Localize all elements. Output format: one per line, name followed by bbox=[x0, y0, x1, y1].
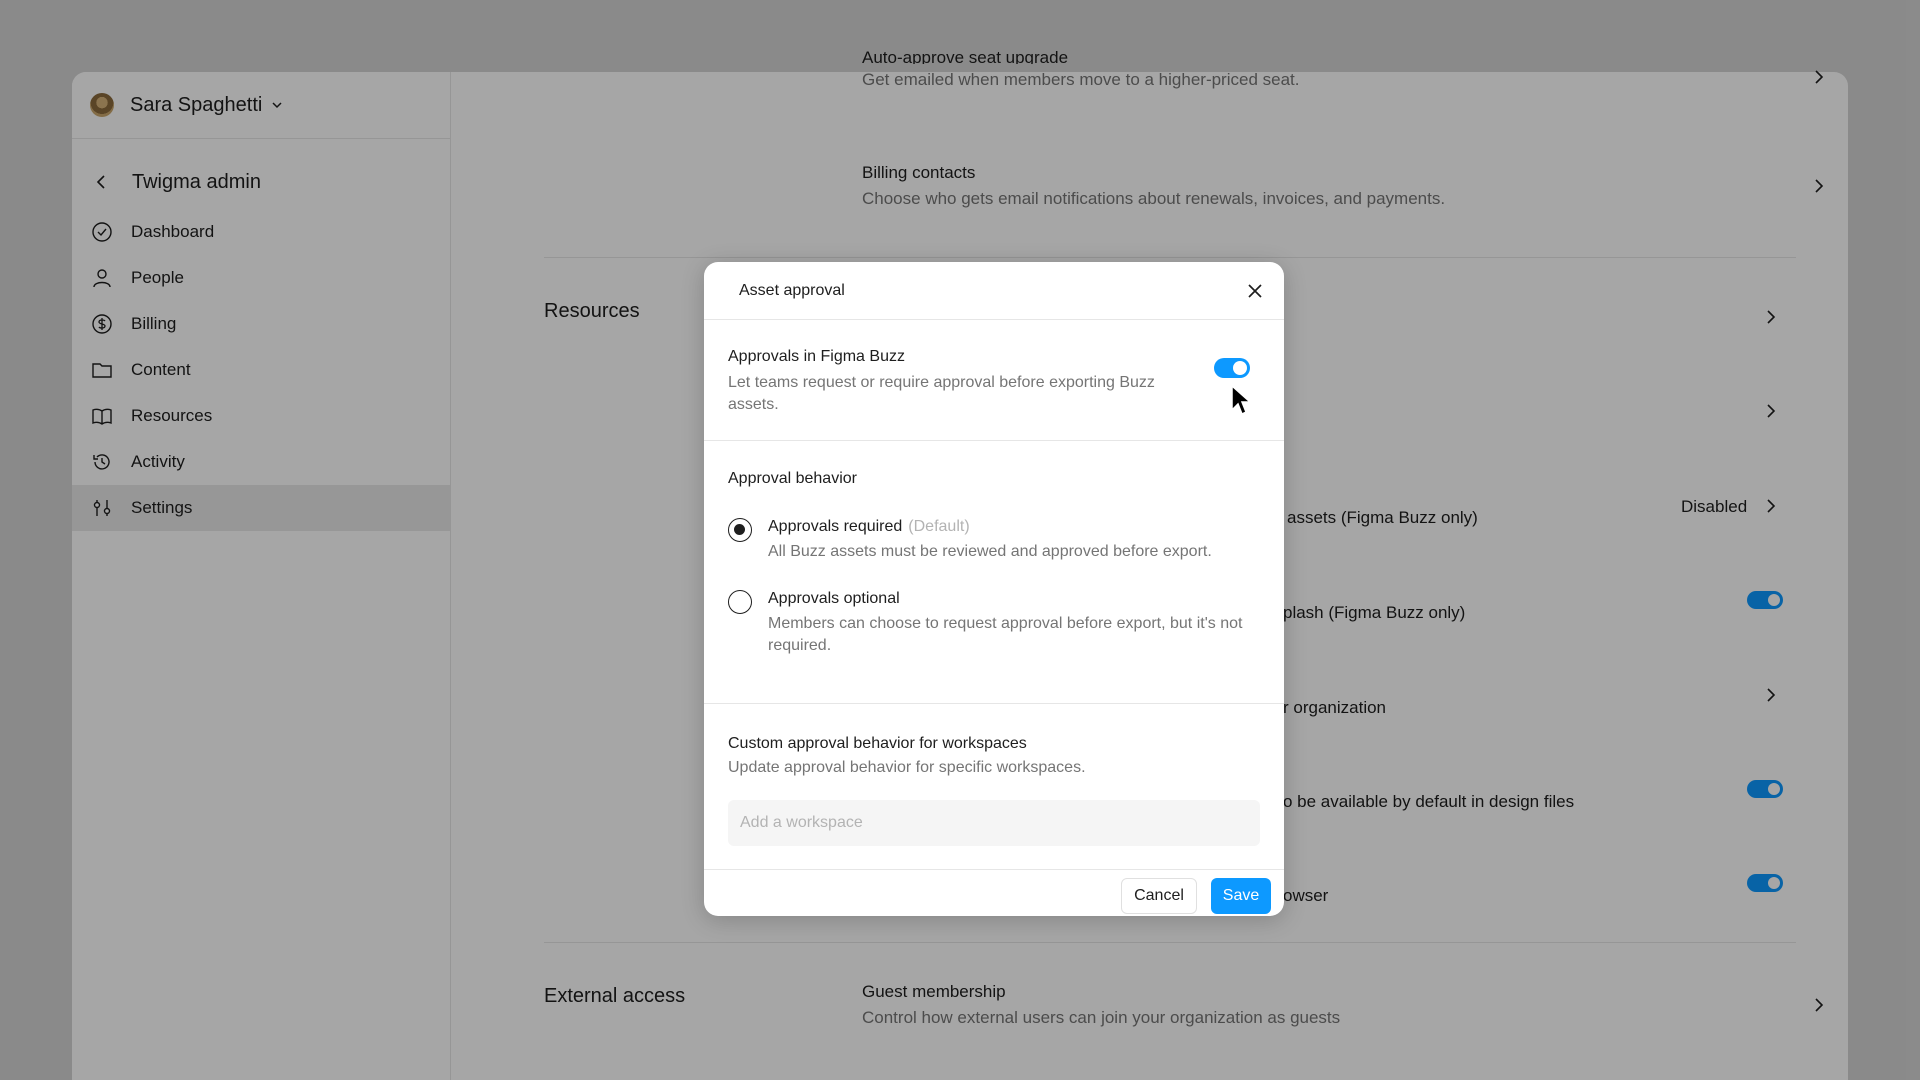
workspace-input[interactable] bbox=[728, 800, 1260, 846]
section-desc: Update approval behavior for specific wo… bbox=[728, 759, 1086, 776]
option-label: Approvals required (Default) bbox=[768, 518, 970, 536]
section-title: Approvals in Figma Buzz bbox=[728, 348, 905, 365]
dialog-title: Asset approval bbox=[739, 281, 845, 299]
section-desc: Let teams request or require approval be… bbox=[728, 374, 1155, 413]
cancel-button[interactable]: Cancel bbox=[1121, 878, 1197, 914]
mouse-pointer-icon bbox=[1231, 384, 1252, 416]
figma-buzz-approvals-section: Approvals in Figma Buzz Let teams reques… bbox=[704, 320, 1284, 441]
radio-approvals-required[interactable] bbox=[728, 518, 752, 542]
section-title: Custom approval behavior for workspaces bbox=[728, 735, 1027, 752]
default-tag: (Default) bbox=[908, 518, 970, 535]
dialog-header: Asset approval bbox=[704, 262, 1284, 320]
option-label: Approvals optional bbox=[768, 590, 900, 607]
close-icon[interactable] bbox=[1244, 280, 1266, 302]
custom-workspace-section: Custom approval behavior for workspaces … bbox=[704, 705, 1284, 870]
radio-approvals-optional[interactable] bbox=[728, 590, 752, 614]
section-title: Approval behavior bbox=[728, 470, 857, 487]
approval-behavior-section: Approval behavior Approvals required (Def… bbox=[704, 442, 1284, 704]
option-desc: All Buzz assets must be reviewed and app… bbox=[768, 543, 1212, 560]
option-label-text: Approvals required bbox=[768, 518, 903, 535]
dialog-footer: Cancel Save bbox=[704, 870, 1284, 916]
option-desc: Members can choose to request approval b… bbox=[768, 615, 1243, 654]
asset-approval-dialog: Asset approval Approvals in Figma Buzz L… bbox=[704, 262, 1284, 916]
save-button[interactable]: Save bbox=[1211, 878, 1271, 914]
approvals-toggle[interactable] bbox=[1214, 358, 1250, 378]
